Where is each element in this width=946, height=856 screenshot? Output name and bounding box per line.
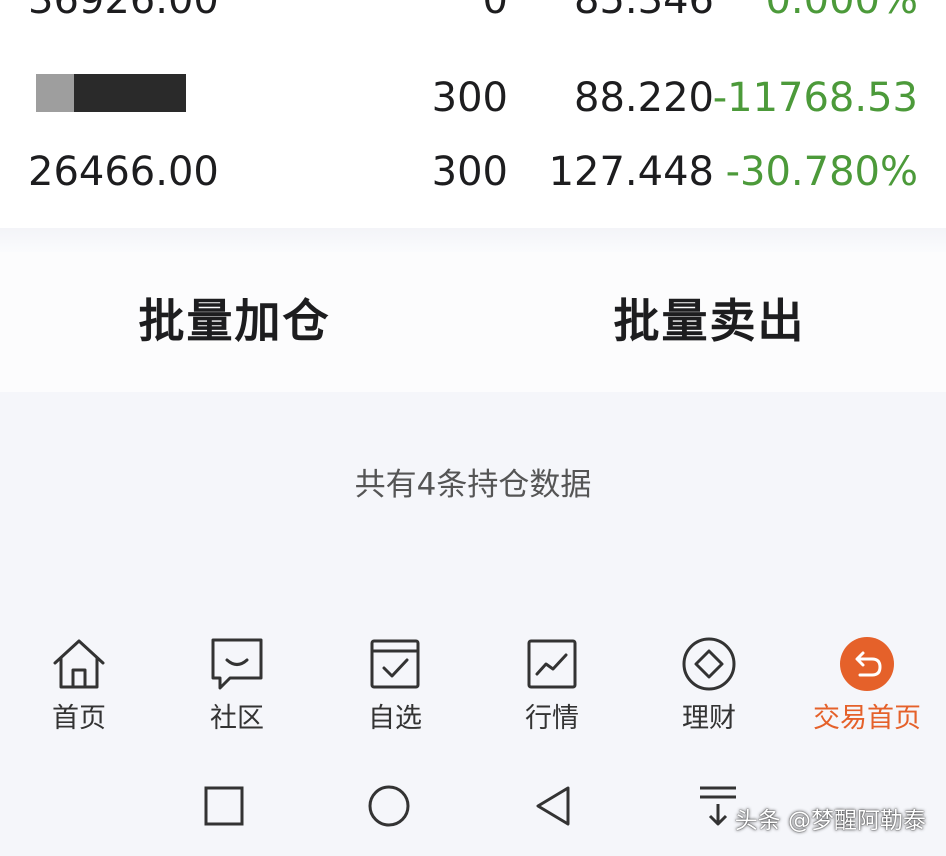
cost-price-cell: 85.346 [574,0,714,23]
tab-watchlist-label: 自选 [368,703,422,734]
wealth-diamond-icon [682,637,736,691]
source-watermark: 头条 @梦醒阿勒泰 [734,808,926,834]
tab-home[interactable]: 首页 [0,636,158,746]
holdings-summary: 共有4条持仓数据 [0,392,946,618]
market-value-cell: 26466.00 [28,149,219,195]
tab-trade-home[interactable]: 交易首页 [788,636,946,746]
watchlist-check-icon [370,639,420,689]
quantity-cell: 300 [431,149,508,195]
tab-market-label: 行情 [525,703,579,734]
profit-loss-pct-cell: 0.000% [765,0,918,23]
recent-apps-square-icon[interactable] [198,780,250,832]
profit-loss-pct-cell: -30.780% [725,149,918,195]
tab-community[interactable]: 社区 [158,636,316,746]
holdings-count-text: 共有4条持仓数据 [354,467,592,503]
tab-home-label: 首页 [52,703,106,734]
redacted-stock-name [36,74,186,112]
trade-return-icon [840,637,894,691]
holdings-list: 36926.00 0 85.346 0.000% 300 88.220 -117… [0,0,946,228]
tab-wealth-label: 理财 [682,703,736,734]
batch-action-bar: 批量加仓 批量卖出 [0,252,946,392]
holdings-page: 36926.00 0 85.346 0.000% 300 88.220 -117… [0,0,946,856]
section-divider [0,228,946,252]
community-chat-icon [211,638,263,690]
tab-watchlist[interactable]: 自选 [316,636,474,746]
quantity-cell: 300 [431,75,508,121]
cost-price-cell: 127.448 [548,149,714,195]
tab-community-label: 社区 [210,703,264,734]
batch-add-button[interactable]: 批量加仓 [0,290,471,352]
back-triangle-icon[interactable] [528,780,580,832]
tab-market[interactable]: 行情 [473,636,631,746]
market-value-cell: 36926.00 [28,0,219,23]
quantity-cell: 0 [482,0,508,23]
batch-sell-button[interactable]: 批量卖出 [473,290,946,352]
system-navigation-bar: 头条 @梦醒阿勒泰 [0,758,946,856]
tab-wealth[interactable]: 理财 [630,636,788,746]
bottom-tab-bar: 首页 社区 自选 行情 理财 交易首页 [0,618,946,758]
home-circle-icon[interactable] [363,780,415,832]
market-chart-icon [527,639,577,689]
cost-price-cell: 88.220 [574,75,714,121]
home-icon [53,639,105,689]
tab-trade-home-label: 交易首页 [813,703,921,734]
profit-loss-cell: -11768.53 [712,75,918,121]
